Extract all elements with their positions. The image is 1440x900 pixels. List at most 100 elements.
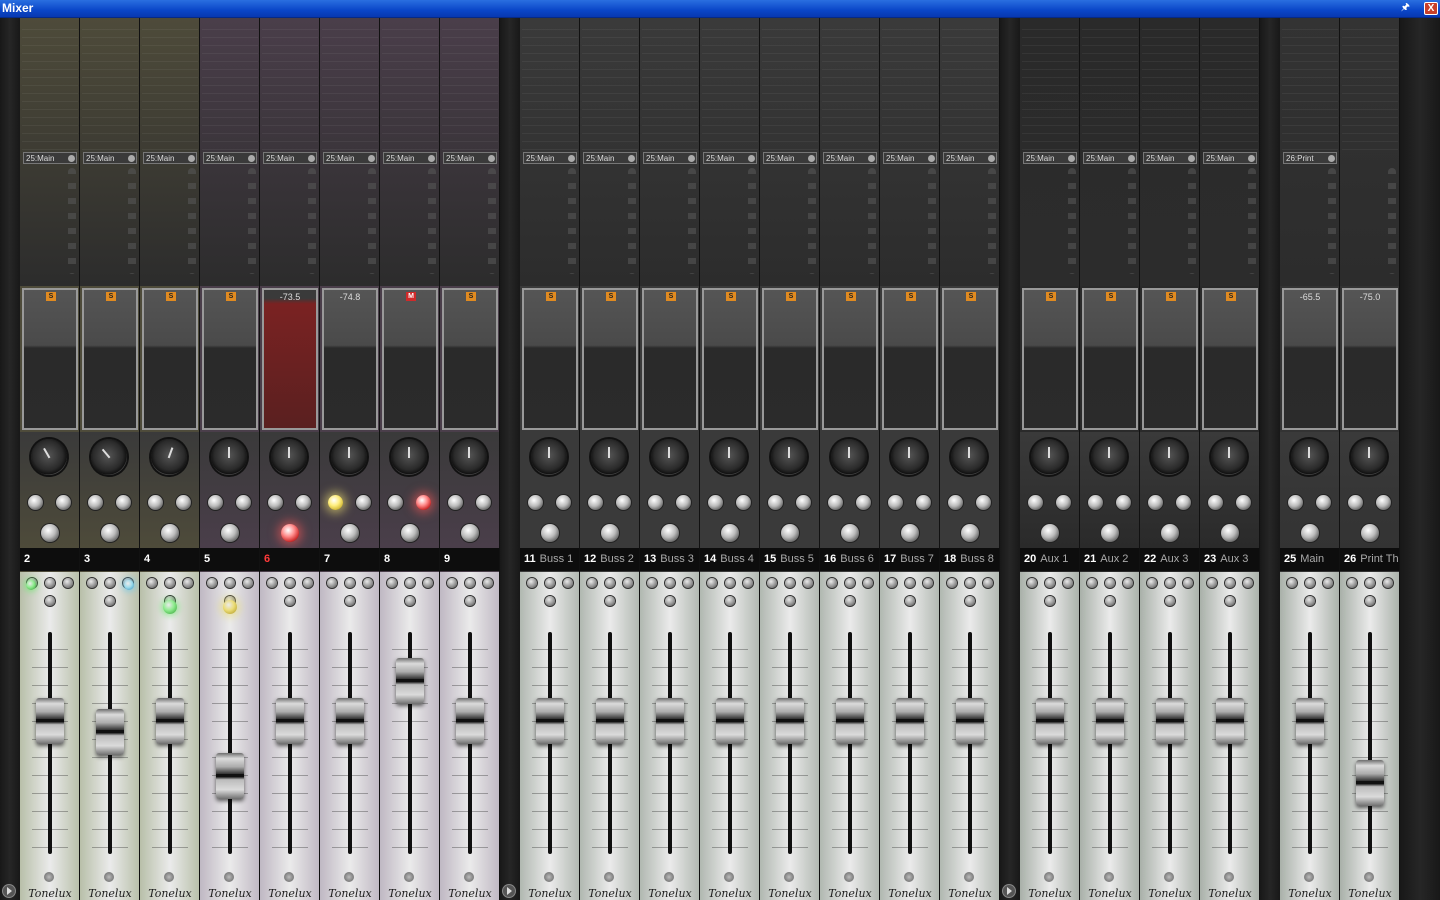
fader-cap[interactable]	[1156, 697, 1184, 744]
route-dropdown-icon[interactable]	[568, 155, 575, 162]
selector-led[interactable]	[983, 578, 993, 588]
mute-button[interactable]	[1088, 495, 1103, 510]
automation-button[interactable]	[724, 872, 734, 882]
selector-led[interactable]	[483, 578, 493, 588]
output-route-select[interactable]: 25:Main	[203, 152, 257, 164]
output-route-select[interactable]: 25:Main	[383, 152, 437, 164]
route-dropdown-icon[interactable]	[1248, 155, 1255, 162]
record-arm-button[interactable]	[1301, 524, 1319, 542]
selector-led[interactable]	[1027, 578, 1037, 588]
selector-led[interactable]	[545, 596, 555, 606]
fader-cap[interactable]	[656, 697, 684, 744]
output-route-select[interactable]: 25:Main	[583, 152, 637, 164]
selector-led[interactable]	[605, 596, 615, 606]
automation-button[interactable]	[284, 872, 294, 882]
pan-knob[interactable]	[331, 439, 367, 475]
selector-led[interactable]	[1165, 578, 1175, 588]
send-knobs[interactable]	[628, 168, 636, 274]
send-knobs[interactable]	[748, 168, 756, 274]
selector-led[interactable]	[965, 578, 975, 588]
selector-led[interactable]	[923, 578, 933, 588]
mute-button[interactable]	[268, 495, 283, 510]
record-arm-button[interactable]	[341, 524, 359, 542]
automation-button[interactable]	[404, 872, 414, 882]
automation-button[interactable]	[784, 872, 794, 882]
send-knobs[interactable]	[128, 168, 136, 274]
send-knobs[interactable]	[68, 168, 76, 274]
selector-led[interactable]	[1287, 578, 1297, 588]
send-knobs[interactable]	[368, 168, 376, 274]
selector-led[interactable]	[387, 578, 397, 588]
selector-led[interactable]	[827, 578, 837, 588]
selector-led[interactable]	[1183, 578, 1193, 588]
selector-led[interactable]	[105, 578, 115, 588]
mute-button[interactable]	[948, 495, 963, 510]
record-arm-button[interactable]	[1361, 524, 1379, 542]
selector-led[interactable]	[887, 578, 897, 588]
fader-cap[interactable]	[1356, 759, 1384, 806]
send-knobs[interactable]	[568, 168, 576, 274]
route-dropdown-icon[interactable]	[1188, 155, 1195, 162]
play-icon[interactable]	[502, 884, 516, 898]
selector-led[interactable]	[327, 578, 337, 588]
fader-cap[interactable]	[536, 697, 564, 744]
mute-button[interactable]	[588, 495, 603, 510]
mute-button[interactable]	[1288, 495, 1303, 510]
selector-led[interactable]	[147, 578, 157, 588]
selector-led[interactable]	[1045, 578, 1055, 588]
record-arm-button[interactable]	[281, 524, 299, 542]
route-dropdown-icon[interactable]	[1128, 155, 1135, 162]
mute-button[interactable]	[1348, 495, 1363, 510]
selector-led[interactable]	[845, 596, 855, 606]
pan-knob[interactable]	[24, 432, 74, 482]
record-arm-button[interactable]	[961, 524, 979, 542]
pin-icon[interactable]: 🖈	[1401, 0, 1410, 17]
send-knobs[interactable]	[1248, 168, 1256, 274]
send-knobs[interactable]	[428, 168, 436, 274]
send-knobs[interactable]	[868, 168, 876, 274]
selector-led[interactable]	[725, 578, 735, 588]
pan-knob[interactable]	[771, 439, 807, 475]
mute-button[interactable]	[888, 495, 903, 510]
output-route-select[interactable]: 25:Main	[823, 152, 877, 164]
send-knobs[interactable]	[1188, 168, 1196, 274]
fader-cap[interactable]	[336, 697, 364, 744]
pan-knob[interactable]	[1151, 439, 1187, 475]
selector-led[interactable]	[447, 578, 457, 588]
selector-led[interactable]	[1165, 596, 1175, 606]
send-knobs[interactable]	[1128, 168, 1136, 274]
selector-led[interactable]	[63, 578, 73, 588]
selector-led[interactable]	[683, 578, 693, 588]
selector-led[interactable]	[587, 578, 597, 588]
pan-knob[interactable]	[1211, 439, 1247, 475]
selector-led[interactable]	[947, 578, 957, 588]
solo-button[interactable]	[1316, 495, 1331, 510]
fader-cap[interactable]	[836, 697, 864, 744]
solo-button[interactable]	[1236, 495, 1251, 510]
route-dropdown-icon[interactable]	[248, 155, 255, 162]
fader-cap[interactable]	[1216, 697, 1244, 744]
solo-button[interactable]	[176, 495, 191, 510]
selector-led[interactable]	[863, 578, 873, 588]
automation-button[interactable]	[1304, 872, 1314, 882]
fader-cap[interactable]	[276, 697, 304, 744]
selector-led[interactable]	[707, 578, 717, 588]
selector-led[interactable]	[363, 578, 373, 588]
record-arm-button[interactable]	[1041, 524, 1059, 542]
selector-led[interactable]	[183, 578, 193, 588]
selector-led[interactable]	[423, 578, 433, 588]
automation-button[interactable]	[464, 872, 474, 882]
mute-button[interactable]	[708, 495, 723, 510]
route-dropdown-icon[interactable]	[928, 155, 935, 162]
output-route-select[interactable]: 25:Main	[443, 152, 497, 164]
mute-button[interactable]	[208, 495, 223, 510]
selector-led[interactable]	[405, 596, 415, 606]
record-arm-button[interactable]	[1161, 524, 1179, 542]
fader-cap[interactable]	[396, 657, 424, 704]
pan-knob[interactable]	[1351, 439, 1387, 475]
send-knobs[interactable]	[188, 168, 196, 274]
selector-led[interactable]	[267, 578, 277, 588]
selector-led[interactable]	[905, 596, 915, 606]
automation-button[interactable]	[844, 872, 854, 882]
record-arm-button[interactable]	[841, 524, 859, 542]
